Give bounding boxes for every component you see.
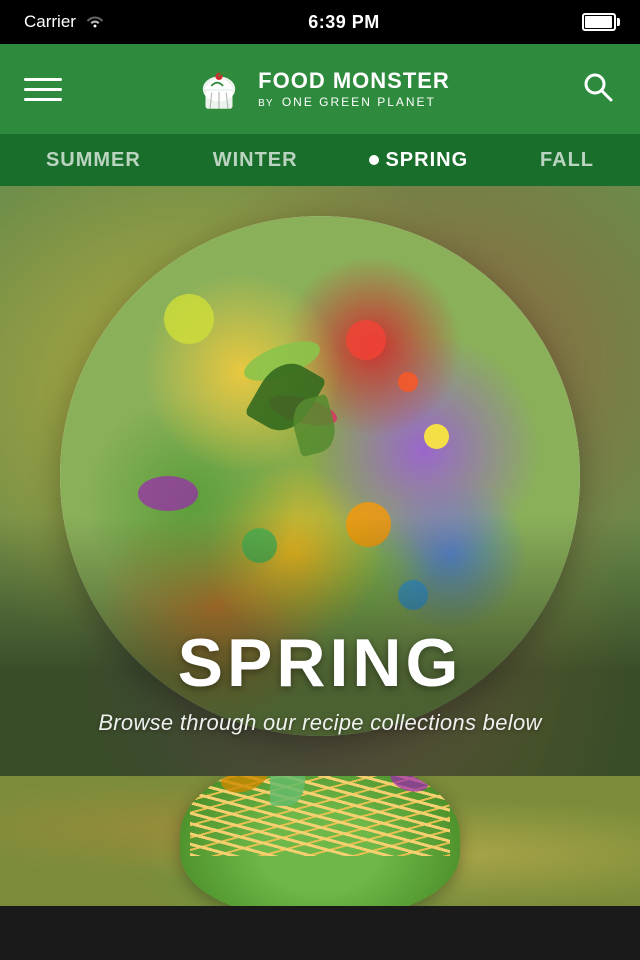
logo[interactable]: FOOD MONSTER BY ONE GREEN PLANET: [192, 62, 450, 116]
bowl: [180, 776, 460, 906]
tab-spring-label: SPRING: [385, 149, 468, 172]
status-bar: Carrier 6:39 PM: [0, 0, 640, 44]
tab-summer[interactable]: SUMMER: [30, 141, 157, 180]
logo-title: FOOD MONSTER: [258, 69, 450, 93]
search-icon: [580, 69, 616, 105]
second-card-background: [0, 776, 640, 906]
hero-subtitle: Browse through our recipe collections be…: [98, 710, 541, 736]
battery-icon: [582, 13, 616, 31]
logo-planet: ONE GREEN PLANET: [282, 95, 436, 109]
logo-text-block: FOOD MONSTER BY ONE GREEN PLANET: [258, 69, 450, 108]
logo-by: BY: [258, 98, 273, 109]
menu-button[interactable]: [24, 78, 62, 101]
season-tabs: SUMMER WINTER SPRING FALL: [0, 134, 640, 186]
logo-icon: [192, 62, 246, 116]
hamburger-line-3: [24, 98, 62, 101]
status-left: Carrier: [24, 12, 106, 32]
hamburger-line-2: [24, 88, 62, 91]
tab-spring[interactable]: SPRING: [353, 141, 484, 180]
status-time: 6:39 PM: [308, 12, 380, 33]
search-button[interactable]: [580, 69, 616, 110]
tab-fall[interactable]: FALL: [524, 141, 610, 180]
logo-subtitle: BY ONE GREEN PLANET: [258, 95, 436, 109]
hero-section: SPRING Browse through our recipe collect…: [0, 186, 640, 776]
header: FOOD MONSTER BY ONE GREEN PLANET: [0, 44, 640, 134]
tab-winter[interactable]: WINTER: [197, 141, 314, 180]
active-dot: [369, 155, 379, 165]
hero-title: SPRING: [178, 624, 463, 702]
wifi-icon: [84, 12, 106, 32]
hamburger-line-1: [24, 78, 62, 81]
hero-overlay: SPRING Browse through our recipe collect…: [0, 516, 640, 776]
carrier-label: Carrier: [24, 12, 76, 32]
second-card-preview[interactable]: [0, 776, 640, 906]
